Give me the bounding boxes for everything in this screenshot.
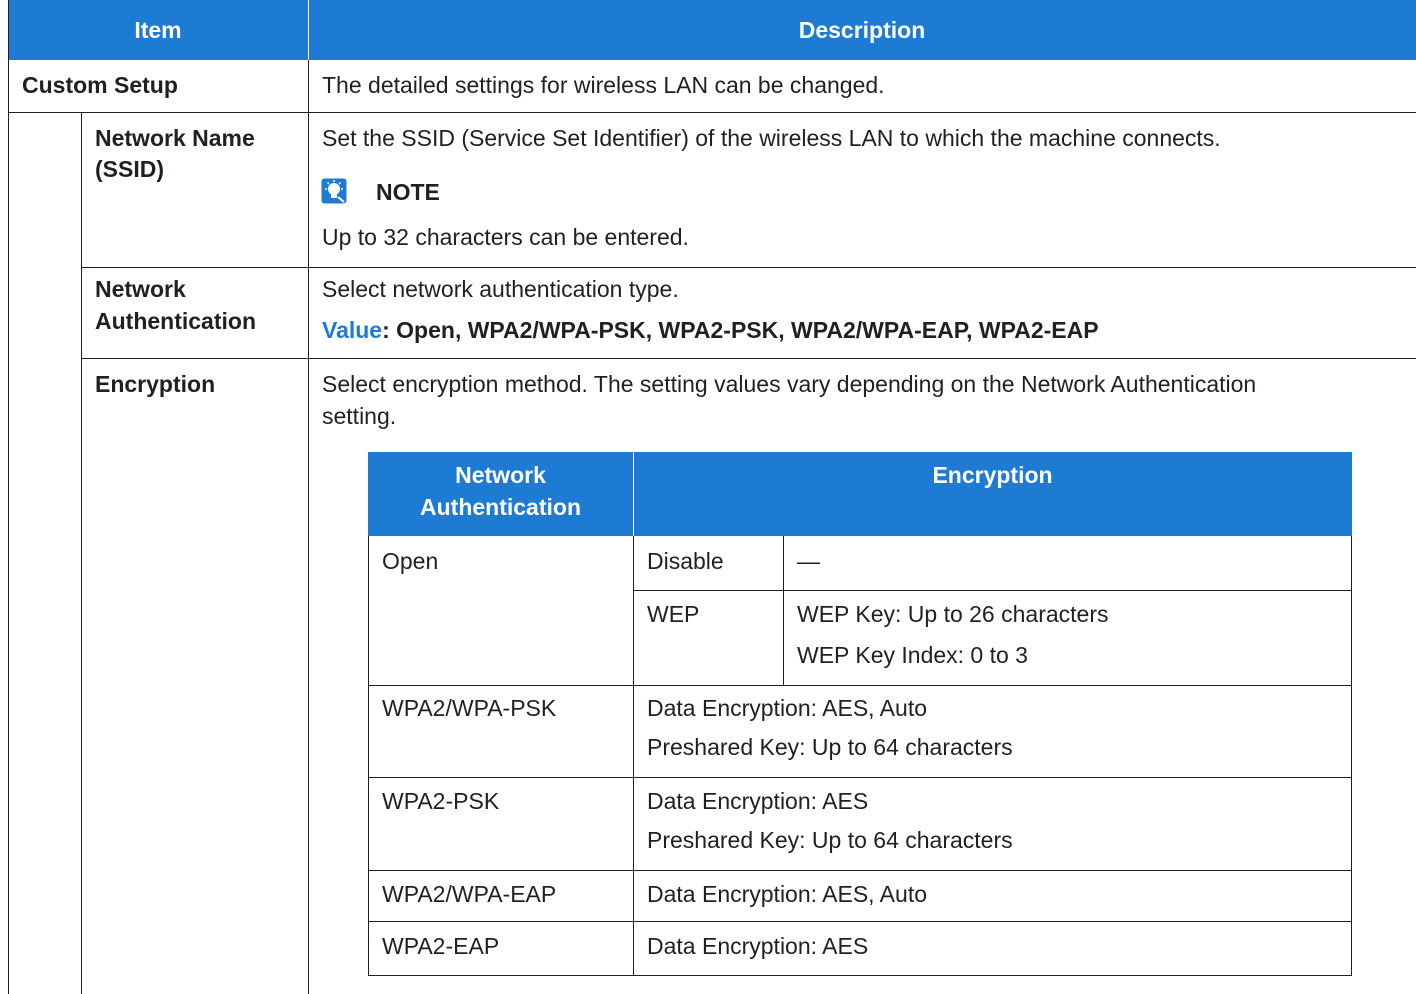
inner-header-auth-line1: Network [455,462,546,488]
item-column-divider [308,60,309,994]
inner-right-border [1351,536,1352,976]
note-title: NOTE [376,179,440,205]
encryption-description-line2: setting. [322,403,397,429]
auth-value-line: Value: Open, WPA2/WPA-PSK, WPA2-PSK, WPA… [322,317,1099,344]
value-label: Value [322,317,383,343]
inner-wpa2-eap-line1: Data Encryption: AES [647,933,869,959]
inner-wpa2-psk-auth: WPA2-PSK [382,788,500,814]
custom-setup-description: The detailed settings for wireless LAN c… [322,72,885,98]
header-divider [308,0,309,60]
sub-item-indent-line [81,112,82,994]
header-description: Description [798,17,926,43]
inner-header-encryption: Encryption [932,462,1053,488]
outer-left-border [8,0,9,994]
note-text: Up to 32 characters can be entered. [322,224,689,250]
inner-wpa2-wpa-eap-auth: WPA2/WPA-EAP [382,881,557,907]
row-divider-ssid [81,267,1416,268]
inner-open-wep-line1: WEP Key: Up to 26 characters [797,601,1109,627]
inner-open-wep-line2: WEP Key Index: 0 to 3 [797,642,1028,668]
inner-bottom-border [368,975,1352,976]
inner-wpa2-wpa-eap-line1: Data Encryption: AES, Auto [647,881,927,907]
encryption-label: Encryption [95,371,216,397]
inner-row-line-4 [368,921,1352,922]
inner-row-line-3 [368,870,1352,871]
inner-auth-divider [633,536,634,976]
encryption-description-line1: Select encryption method. The setting va… [322,371,1257,397]
inner-wpa2-eap-auth: WPA2-EAP [382,933,500,959]
auth-label-line2: Authentication [95,308,256,334]
note-lightbulb-icon [321,178,347,204]
ssid-label-line2: (SSID) [95,156,164,182]
inner-open-disable-value: — [797,548,820,574]
row-divider-custom-setup [8,112,1416,113]
inner-wpa2-wpa-psk-auth: WPA2/WPA-PSK [382,695,557,721]
inner-left-border [368,536,369,976]
row-divider-auth [81,358,1416,359]
inner-open-sub-divider [783,536,784,686]
auth-description: Select network authentication type. [322,276,679,302]
inner-wpa2-psk-line2: Preshared Key: Up to 64 characters [647,827,1013,853]
inner-wpa2-wpa-psk-line2: Preshared Key: Up to 64 characters [647,734,1013,760]
inner-open-wep: WEP [647,601,700,627]
ssid-description: Set the SSID (Service Set Identifier) of… [322,125,1221,151]
ssid-label-line1: Network Name [95,125,255,151]
inner-wpa2-wpa-psk-line1: Data Encryption: AES, Auto [647,695,927,721]
inner-open-disable: Disable [647,548,724,574]
inner-open-auth: Open [382,548,439,574]
header-item: Item [134,17,182,43]
inner-open-sub-row-line [633,590,1352,591]
auth-label-line1: Network [95,276,186,302]
inner-wpa2-psk-line1: Data Encryption: AES [647,788,869,814]
inner-row-line-2 [368,777,1352,778]
inner-row-line-1 [368,685,1352,686]
custom-setup-label: Custom Setup [22,72,178,98]
inner-header-auth-line2: Authentication [420,494,581,520]
value-text: : Open, WPA2/WPA-PSK, WPA2-PSK, WPA2/WPA… [382,317,1099,343]
inner-header-divider [633,452,634,536]
